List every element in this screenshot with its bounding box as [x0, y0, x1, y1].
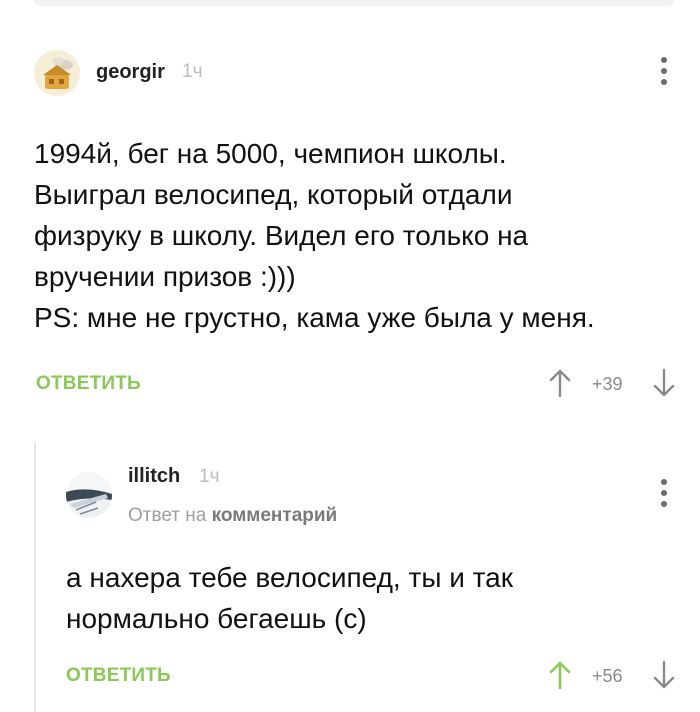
reply-to-prefix: Ответ на	[128, 505, 207, 526]
arrow-down-icon[interactable]	[652, 660, 676, 695]
comment-line: а нахера тебе велосипед, ты и так	[66, 562, 513, 593]
comment-line: вручении призов :)))	[34, 261, 296, 292]
more-vertical-icon[interactable]	[661, 479, 667, 512]
comment-author[interactable]: georgir	[96, 61, 165, 84]
arrow-down-icon[interactable]	[652, 368, 676, 403]
avatar-image	[66, 472, 112, 515]
avatar[interactable]	[34, 50, 80, 96]
comment-line: физруку в школу. Видел его только на	[34, 220, 529, 251]
thread-line	[34, 442, 36, 712]
comment-time: 1ч	[182, 61, 203, 82]
comment-rating: +56	[592, 666, 623, 686]
reply-button[interactable]: ОТВЕТИТЬ	[66, 665, 171, 687]
avatar[interactable]	[66, 472, 112, 518]
comment-time: 1ч	[199, 466, 220, 487]
reply-button[interactable]: ОТВЕТИТЬ	[36, 373, 141, 395]
more-vertical-icon[interactable]	[661, 57, 667, 90]
arrow-up-icon[interactable]	[548, 368, 572, 403]
comment-line: Выиграл велосипед, который отдали	[34, 179, 513, 210]
comment-author[interactable]: illitch	[128, 465, 180, 488]
comment-body: а нахера тебе велосипед, ты и так нормал…	[66, 557, 676, 639]
comment-rating: +39	[592, 374, 623, 394]
previous-comment-card	[34, 0, 674, 6]
comment-line: нормально бегаешь (с)	[66, 603, 367, 634]
arrow-up-icon[interactable]	[548, 660, 572, 695]
reply-to-link[interactable]: комментарий	[212, 505, 338, 526]
reply-to-line: Ответ на комментарий	[128, 505, 337, 527]
comment-line: 1994й, бег на 5000, чемпион школы.	[34, 138, 507, 169]
avatar-image	[43, 57, 73, 89]
comment-body: 1994й, бег на 5000, чемпион школы. Выигр…	[34, 133, 684, 338]
comment-line: PS: мне не грустно, кама уже была у меня…	[34, 302, 595, 333]
